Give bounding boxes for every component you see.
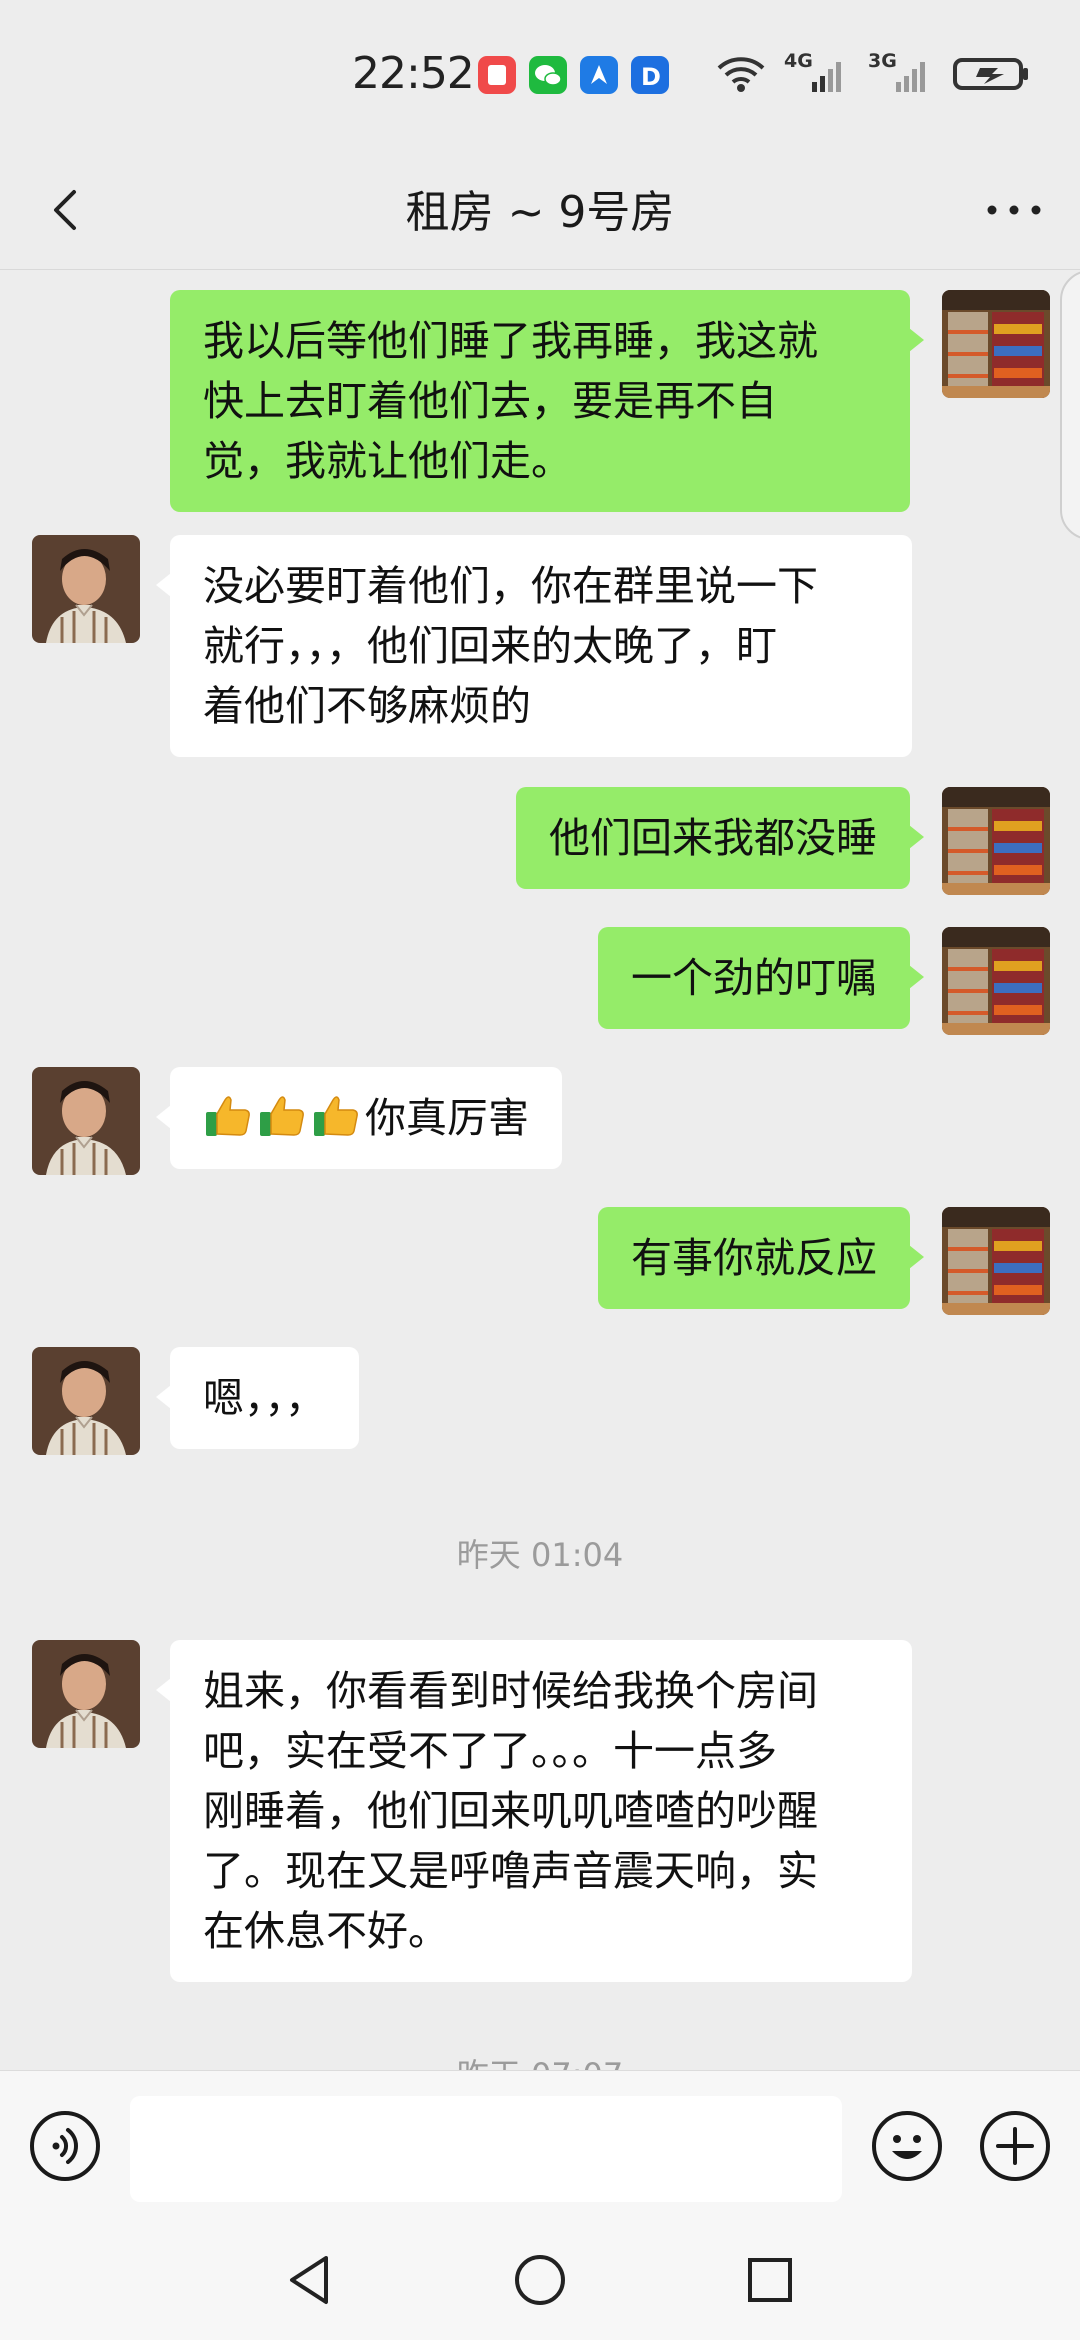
message-text: 你真厉害 — [365, 1094, 529, 1142]
nav-back-button[interactable] — [280, 2250, 340, 2310]
battery-charging-icon — [953, 58, 1028, 90]
status-right: 4G 3G — [716, 50, 1032, 96]
triangle-back-icon — [290, 2256, 328, 2304]
message-text: 觉，我就让他们走。 — [203, 437, 572, 485]
chat-title: 租房 ~ 9号房 — [405, 187, 675, 238]
more-dots-icon — [987, 205, 1041, 215]
incoming-message-bubble[interactable]: 姐来，你看看到时候给我换个房间 吧，实在受不了了。。。十一点多 刚睡着，他们回来… — [156, 1640, 912, 1982]
message-text: 他们回来我都没睡 — [549, 814, 877, 862]
signal-strength-icon — [896, 62, 925, 92]
message-text: 姐来，你看看到时候给我换个房间 — [203, 1667, 818, 1715]
signal-strength-icon — [812, 62, 841, 92]
contact-avatar[interactable] — [32, 1347, 140, 1455]
system-navigation-bar — [0, 2220, 1080, 2340]
status-time: 22:52 — [352, 48, 475, 99]
outgoing-message-bubble[interactable]: 他们回来我都没睡 — [516, 787, 924, 889]
emoji-button[interactable] — [870, 2109, 944, 2183]
voice-button[interactable] — [28, 2109, 102, 2183]
outgoing-message-bubble[interactable]: 我以后等他们睡了我再睡，我这就 快上去盯着他们去，要是再不自 觉，我就让他们走。 — [170, 290, 924, 512]
message-timestamp: 昨天 01:04 — [456, 1536, 624, 1574]
message-text: 就行，，，他们回来的太晚了，盯 — [203, 622, 777, 670]
svg-text:D: D — [641, 63, 661, 91]
input-bar — [0, 2070, 1080, 2220]
status-bar: 22:52 D 4G 3G — [0, 0, 1080, 150]
nav-home-button[interactable] — [510, 2250, 570, 2310]
message-text: 刚睡着，他们回来叽叽喳喳的吵醒 — [203, 1787, 818, 1835]
chat-screen: 22:52 D 4G 3G 租房 ~ 9号房 我以后等他们睡了我再睡，我这就 快… — [0, 0, 1080, 2340]
wifi-icon — [717, 57, 765, 92]
circle-home-icon — [515, 2255, 565, 2305]
plus-icon — [980, 2111, 1050, 2181]
message-text: 有事你就反应 — [631, 1234, 877, 1282]
message-text: 一个劲的叮嘱 — [631, 954, 877, 1002]
wechat-notification-icon — [529, 56, 567, 94]
my-avatar[interactable] — [942, 290, 1050, 398]
contact-avatar[interactable] — [32, 535, 140, 643]
incoming-message-bubble[interactable]: 没必要盯着他们，你在群里说一下 就行，，，他们回来的太晚了，盯 着他们不够麻烦的 — [156, 535, 912, 757]
voice-icon — [30, 2111, 100, 2181]
contact-avatar[interactable] — [32, 1067, 140, 1175]
incoming-message-bubble[interactable]: 嗯，，， — [156, 1347, 359, 1449]
message-text: 没必要盯着他们，你在群里说一下 — [203, 562, 818, 610]
message-text: 着他们不够麻烦的 — [203, 682, 531, 730]
title-bar: 租房 ~ 9号房 — [0, 150, 1080, 270]
my-avatar[interactable] — [942, 1207, 1050, 1315]
incoming-message-bubble[interactable]: 你真厉害 — [156, 1067, 562, 1169]
blue-app-notification-icon — [580, 56, 618, 94]
message-input[interactable] — [130, 2096, 842, 2202]
edge-swipe-handle[interactable] — [1060, 270, 1080, 540]
thumbs-up-icon — [311, 1090, 361, 1140]
contact-avatar[interactable] — [32, 1640, 140, 1748]
outgoing-message-bubble[interactable]: 有事你就反应 — [598, 1207, 924, 1309]
square-recents-icon — [748, 2258, 792, 2302]
thumbs-up-icon — [203, 1090, 253, 1140]
plus-button[interactable] — [978, 2109, 1052, 2183]
signal-3g: 3G — [868, 50, 934, 96]
nav-recents-button[interactable] — [740, 2250, 800, 2310]
message-text: 我以后等他们睡了我再睡，我这就 — [203, 317, 818, 365]
more-button[interactable] — [978, 174, 1050, 246]
emoji-icon — [872, 2111, 942, 2181]
signal-4g: 4G — [784, 50, 850, 96]
message-text: 嗯，，， — [203, 1374, 326, 1422]
message-timestamp: 昨天 07:07 — [0, 2050, 1080, 2070]
message-text: 在休息不好。 — [203, 1907, 449, 1955]
my-avatar[interactable] — [942, 787, 1050, 895]
message-list[interactable]: 我以后等他们睡了我再睡，我这就 快上去盯着他们去，要是再不自 觉，我就让他们走。 — [0, 270, 1080, 2070]
message-text: 吧，实在受不了了。。。十一点多 — [203, 1727, 777, 1775]
message-text: 了。现在又是呼噜声音震天响，实 — [203, 1847, 818, 1895]
thumbs-up-icon — [257, 1090, 307, 1140]
my-avatar[interactable] — [942, 927, 1050, 1035]
outgoing-message-bubble[interactable]: 一个劲的叮嘱 — [598, 927, 924, 1029]
d-app-notification-icon: D — [631, 56, 669, 94]
message-text: 快上去盯着他们去，要是再不自 — [203, 377, 777, 425]
red-app-notification-icon — [478, 56, 516, 94]
